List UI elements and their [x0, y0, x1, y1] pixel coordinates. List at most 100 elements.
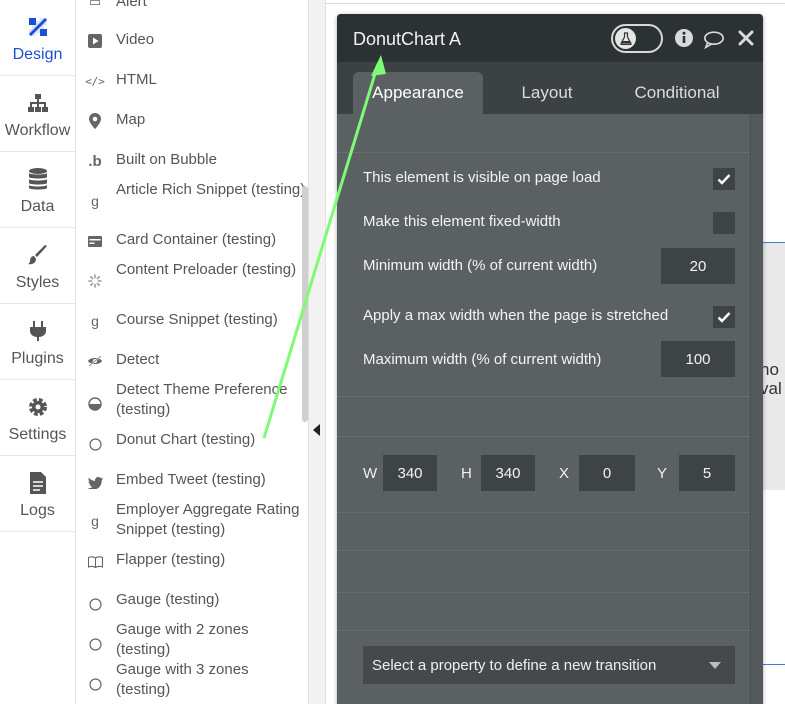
height-label: H — [461, 465, 472, 482]
nav-plugins-label: Plugins — [11, 350, 64, 367]
nav-design-label: Design — [12, 46, 63, 63]
element-label: Course Snippet (testing) — [116, 311, 278, 328]
max-width-label: Maximum width (% of current width) — [363, 351, 602, 368]
property-editor: DonutChart A Appearance Layout Condition… — [337, 14, 763, 704]
nav-workflow[interactable]: Workflow — [0, 76, 75, 152]
flask-icon — [615, 28, 636, 49]
divider — [337, 152, 763, 153]
fixed-width-label: Make this element fixed-width — [363, 213, 561, 230]
info-icon[interactable] — [673, 27, 695, 49]
min-width-label: Minimum width (% of current width) — [363, 257, 598, 274]
divider — [337, 630, 763, 631]
width-label: W — [363, 465, 378, 482]
divider — [337, 436, 763, 437]
fixed-width-checkbox[interactable] — [713, 212, 735, 234]
spinner-icon — [87, 273, 103, 289]
nav-styles[interactable]: Styles — [0, 228, 75, 304]
element-label: Article Rich Snippet (testing) — [116, 181, 306, 198]
close-icon[interactable] — [735, 27, 757, 49]
experimental-toggle[interactable] — [611, 24, 663, 53]
nav-logs[interactable]: Logs — [0, 456, 75, 532]
database-icon — [25, 166, 51, 192]
element-label: Gauge with 3 zones (testing) — [116, 661, 249, 698]
element-label: Gauge (testing) — [116, 591, 220, 608]
x-input[interactable]: 0 — [579, 455, 635, 491]
element-label: Content Preloader (testing) — [116, 261, 297, 278]
element-label: Map — [116, 111, 146, 128]
transition-select-label: Select a property to define a new transi… — [372, 656, 657, 674]
divider — [337, 396, 763, 397]
nav-data[interactable]: Data — [0, 152, 75, 228]
divider — [337, 550, 763, 551]
google-g-icon: g — [91, 193, 99, 209]
map-pin-icon — [87, 113, 103, 129]
min-width-input[interactable]: 20 — [661, 248, 735, 284]
canvas-top-border — [326, 3, 785, 4]
element-name[interactable]: DonutChart A — [353, 29, 461, 50]
element-label: Built on Bubble — [116, 151, 217, 168]
nav-settings-label: Settings — [8, 426, 67, 443]
element-label: Flapper (testing) — [116, 551, 226, 568]
google-g-icon: g — [91, 513, 99, 529]
tab-appearance[interactable]: Appearance — [353, 72, 483, 114]
editor-tabs: Appearance Layout Conditional — [337, 62, 763, 114]
element-label: Detect — [116, 351, 160, 368]
canvas-divider — [762, 664, 785, 665]
circle-icon — [87, 636, 103, 652]
bubble-editor: Design Workflow Data Styles Plugins Sett… — [0, 0, 785, 704]
nav-data-label: Data — [20, 198, 55, 215]
nav-logs-label: Logs — [20, 502, 55, 519]
google-g-icon: g — [91, 313, 99, 329]
width-input[interactable]: 340 — [383, 455, 437, 491]
video-icon — [87, 33, 103, 49]
canvas-text: no val — [760, 360, 782, 398]
y-label: Y — [657, 465, 668, 482]
nav-settings[interactable]: Settings — [0, 380, 75, 456]
property-editor-header[interactable]: DonutChart A — [337, 14, 763, 62]
nav-workflow-label: Workflow — [4, 122, 71, 139]
chevron-down-icon — [709, 662, 721, 669]
element-label: Video — [116, 31, 155, 48]
plug-icon — [25, 318, 51, 344]
max-width-input[interactable]: 100 — [661, 341, 735, 377]
left-nav-rail: Design Workflow Data Styles Plugins Sett… — [0, 0, 76, 704]
element-label: Employer Aggregate Rating Snippet (testi… — [116, 501, 300, 538]
nav-plugins[interactable]: Plugins — [0, 304, 75, 380]
eye-slash-icon — [87, 353, 103, 369]
visible-on-load-label: This element is visible on page load — [363, 169, 601, 186]
theme-icon — [87, 396, 103, 412]
max-width-toggle-label: Apply a max width when the page is stret… — [363, 307, 669, 324]
divider — [337, 592, 763, 593]
workflow-icon — [25, 90, 51, 116]
nav-styles-label: Styles — [15, 274, 60, 291]
bubble-logo-icon: .b — [88, 152, 102, 170]
element-label: Card Container (testing) — [116, 231, 277, 248]
document-icon — [25, 470, 51, 496]
transition-property-select[interactable]: Select a property to define a new transi… — [363, 646, 735, 684]
brush-icon — [25, 242, 51, 268]
height-input[interactable]: 340 — [481, 455, 535, 491]
element-label: Detect Theme Preference (testing) — [116, 381, 288, 418]
tab-layout[interactable]: Layout — [497, 72, 597, 114]
editor-scrollbar[interactable] — [750, 114, 763, 704]
alert-icon: ▭ — [88, 0, 102, 9]
visible-on-load-checkbox[interactable] — [713, 168, 735, 190]
collapse-arrow-icon[interactable] — [313, 424, 320, 436]
design-icon — [25, 14, 51, 40]
card-icon — [87, 233, 103, 249]
element-palette: ▭ Alert Video </> HTML Map .b Built on B… — [76, 0, 308, 704]
nav-design[interactable]: Design — [0, 0, 75, 76]
divider — [337, 512, 763, 513]
element-label: Alert — [116, 0, 147, 10]
gear-icon — [25, 394, 51, 420]
element-label: Embed Tweet (testing) — [116, 471, 266, 488]
book-icon — [87, 554, 103, 570]
panel-collapse-gutter[interactable] — [308, 0, 326, 704]
element-label: Donut Chart (testing) — [116, 431, 256, 448]
max-width-checkbox[interactable] — [713, 306, 735, 328]
tab-conditional[interactable]: Conditional — [617, 72, 737, 114]
twitter-bird-icon — [87, 475, 103, 491]
y-input[interactable]: 5 — [679, 455, 735, 491]
comment-icon[interactable] — [703, 29, 725, 51]
circle-icon — [87, 436, 103, 452]
